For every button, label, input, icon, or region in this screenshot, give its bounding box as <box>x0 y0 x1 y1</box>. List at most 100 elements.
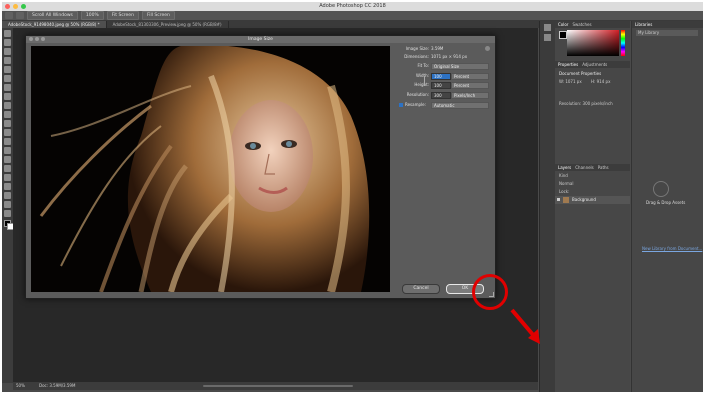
fit-to-dropdown[interactable]: Original Size <box>431 63 489 70</box>
tab-adjustments[interactable]: Adjustments <box>582 61 607 68</box>
tools-panel <box>2 28 14 383</box>
settings-gear-icon[interactable] <box>485 46 490 51</box>
history-panel-icon[interactable] <box>544 24 551 31</box>
width-unit-dropdown[interactable]: Percent <box>451 73 489 80</box>
fill-screen-button[interactable]: Fill Screen <box>141 11 175 20</box>
hue-slider[interactable] <box>621 30 625 56</box>
document-properties-title: Document Properties <box>559 71 602 76</box>
swatches-panel-icon[interactable] <box>544 34 551 41</box>
path-select-tool-icon[interactable] <box>4 174 11 181</box>
layer-row-background[interactable]: Background <box>555 196 630 204</box>
fit-screen-button[interactable]: Fit Screen <box>106 11 139 20</box>
crop-tool-icon[interactable] <box>4 66 11 73</box>
doc-tab-1[interactable]: AdobeStock_91498040.jpeg @ 50% (RGB/8) * <box>2 21 107 28</box>
blur-tool-icon[interactable] <box>4 138 11 145</box>
document-tabs: AdobeStock_91498040.jpeg @ 50% (RGB/8) *… <box>2 21 542 28</box>
resample-row: Resample: Automatic <box>399 102 491 109</box>
image-preview[interactable] <box>31 46 390 292</box>
layer-thumbnail <box>563 197 569 203</box>
resolution-label: Resolution: <box>406 92 429 97</box>
resample-label: Resample: <box>405 102 426 107</box>
home-icon[interactable] <box>5 12 13 19</box>
drag-drop-plus-icon <box>653 181 669 197</box>
eyedropper-tool-icon[interactable] <box>4 75 11 82</box>
image-size-value: 3.59M <box>431 46 444 51</box>
layer-filter-dropdown[interactable]: Kind <box>559 173 568 178</box>
zoom-100-button[interactable]: 100% <box>80 11 104 20</box>
zoom-level[interactable]: 50% <box>16 382 25 390</box>
color-panel-header: Color Swatches <box>555 21 630 28</box>
photoshop-window: Adobe Photoshop CC 2018 Scroll All Windo… <box>2 2 703 392</box>
hand-tool-icon[interactable] <box>4 192 11 199</box>
doc-size: Doc: 3.59M/3.59M <box>39 383 76 388</box>
tab-properties[interactable]: Properties <box>558 61 578 68</box>
horizontal-scrollbar[interactable] <box>203 385 353 387</box>
shape-tool-icon[interactable] <box>4 183 11 190</box>
tab-swatches[interactable]: Swatches <box>572 21 591 28</box>
tab-channels[interactable]: Channels <box>575 164 594 171</box>
properties-panel-header: Properties Adjustments <box>555 61 630 68</box>
dialog-title-bar: Image Size <box>26 36 495 43</box>
title-bar: Adobe Photoshop CC 2018 <box>2 2 703 11</box>
doc-resolution: Resolution: 300 pixels/inch <box>559 101 613 106</box>
foreground-color-swatch[interactable] <box>559 31 567 39</box>
more-tools-icon[interactable] <box>4 210 11 217</box>
clone-stamp-tool-icon[interactable] <box>4 102 11 109</box>
libraries-panel: Libraries My Library Drag & Drop Assets … <box>631 21 703 392</box>
scroll-all-windows-button[interactable]: Scroll All Windows <box>27 11 78 20</box>
red-arrow-icon <box>510 308 540 344</box>
eraser-tool-icon[interactable] <box>4 120 11 127</box>
resample-checkbox[interactable] <box>399 103 403 107</box>
layer-name: Background <box>572 197 596 202</box>
hand-tool-icon[interactable] <box>16 12 24 19</box>
height-row: Height: 100 Percent <box>399 82 491 89</box>
doc-tab-2[interactable]: AdobeStock_81303306_Preview.jpeg @ 50% (… <box>107 21 229 28</box>
dialog-window-controls <box>29 37 45 41</box>
dimensions-label: Dimensions: <box>404 54 429 59</box>
resolution-unit-dropdown[interactable]: Pixels/Inch <box>451 92 489 99</box>
doc-width: W: 1071 px <box>559 79 582 84</box>
image-size-label: Image Size: <box>405 46 429 51</box>
status-bar: 50% Doc: 3.59M/3.59M <box>13 382 538 390</box>
blend-mode-dropdown[interactable]: Normal <box>559 181 573 186</box>
tab-paths[interactable]: Paths <box>598 164 609 171</box>
type-tool-icon[interactable] <box>4 165 11 172</box>
tab-libraries[interactable]: Libraries <box>635 21 652 28</box>
brush-tool-icon[interactable] <box>4 93 11 100</box>
dodge-tool-icon[interactable] <box>4 147 11 154</box>
width-row: Width: 100 Percent <box>399 73 491 80</box>
visibility-eye-icon[interactable] <box>557 198 560 201</box>
layers-panel-header: Layers Channels Paths <box>555 164 630 171</box>
lasso-tool-icon[interactable] <box>4 48 11 55</box>
pen-tool-icon[interactable] <box>4 156 11 163</box>
gradient-tool-icon[interactable] <box>4 129 11 136</box>
height-unit-dropdown[interactable]: Percent <box>451 82 489 89</box>
resample-dropdown[interactable]: Automatic <box>431 102 489 109</box>
library-dropdown[interactable]: My Library <box>636 30 698 36</box>
color-swatches-icon[interactable] <box>3 220 14 230</box>
dimensions-value: 1071 px × 914 px <box>431 54 468 59</box>
marquee-tool-icon[interactable] <box>4 39 11 46</box>
move-tool-icon[interactable] <box>4 30 11 37</box>
resolution-row: Resolution: 300 Pixels/Inch <box>399 92 491 99</box>
right-panels-column: Color Swatches Properties Adjustments Do… <box>555 21 630 392</box>
tab-layers[interactable]: Layers <box>558 164 571 171</box>
fit-to-label: Fit To: <box>417 63 429 68</box>
width-input[interactable]: 100 <box>431 73 451 80</box>
height-input[interactable]: 100 <box>431 82 451 89</box>
history-brush-tool-icon[interactable] <box>4 111 11 118</box>
zoom-tool-icon[interactable] <box>4 201 11 208</box>
drag-drop-title: Drag & Drop Assets <box>646 200 686 205</box>
cancel-button[interactable]: Cancel <box>402 284 440 294</box>
libraries-panel-header: Libraries <box>632 21 703 28</box>
tab-color[interactable]: Color <box>558 21 568 28</box>
doc-height: H: 914 px <box>591 79 611 84</box>
image-size-dialog: Image Size Image Size: 3.59M Dimensions:… <box>25 35 496 299</box>
lock-label: Lock: <box>559 189 570 194</box>
new-library-link[interactable]: New Library from Document... <box>642 246 702 251</box>
color-picker-field[interactable] <box>567 30 619 56</box>
resolution-input[interactable]: 300 <box>431 92 451 99</box>
quick-select-tool-icon[interactable] <box>4 57 11 64</box>
healing-brush-tool-icon[interactable] <box>4 84 11 91</box>
constrain-proportions-link-icon[interactable] <box>424 76 428 86</box>
